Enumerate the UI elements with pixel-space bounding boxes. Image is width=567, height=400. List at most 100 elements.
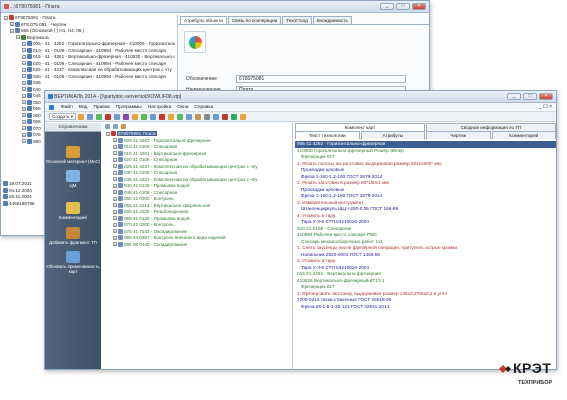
copy-icon[interactable]	[96, 113, 103, 120]
tree-expand-icon[interactable]	[105, 124, 110, 129]
sub-tab[interactable]: Комментарий	[491, 131, 556, 139]
export-icon[interactable]	[231, 113, 238, 120]
expand-toggle-icon[interactable]: +	[113, 209, 117, 214]
window-controls-icon[interactable]: _ ☐ ×	[539, 103, 552, 112]
calc-icon[interactable]	[195, 113, 202, 120]
expand-toggle-icon[interactable]: +	[22, 87, 26, 92]
minimize-button[interactable]: _	[380, 3, 394, 10]
expand-toggle-icon[interactable]: +	[22, 54, 26, 59]
maximize-button[interactable]: □	[523, 93, 537, 100]
expand-toggle-icon[interactable]: +	[113, 203, 117, 208]
expand-toggle-icon[interactable]: +	[113, 229, 117, 234]
table-icon[interactable]	[213, 113, 220, 120]
expand-toggle-icon[interactable]: +	[16, 35, 20, 40]
top-tab[interactable]: Комплект карт	[295, 123, 425, 131]
link-icon[interactable]	[186, 113, 193, 120]
close-button[interactable]: ×	[412, 3, 426, 10]
sidebar-item[interactable]: Комментарий	[45, 202, 101, 220]
settings-icon[interactable]	[204, 113, 211, 120]
refresh-icon[interactable]	[150, 113, 157, 120]
tech-line[interactable]: Фреза 25-1-5-1-25-121 ГОСТ 32831-2014	[295, 304, 556, 311]
sub-tab[interactable]: Чертеж	[426, 131, 491, 139]
expand-toggle-icon[interactable]: +	[22, 119, 26, 124]
attr-tab[interactable]: Вхождаемость	[312, 16, 352, 24]
sidebar-item[interactable]: Основной материал (МиС)	[45, 146, 101, 164]
menu-item[interactable]: Файл	[61, 103, 73, 111]
minimize-button[interactable]: _	[507, 93, 521, 100]
expand-toggle-icon[interactable]: +	[113, 157, 117, 162]
close-button[interactable]: ×	[539, 93, 553, 100]
expand-toggle-icon[interactable]: +	[113, 196, 117, 201]
expand-toggle-icon[interactable]: +	[22, 100, 26, 105]
expand-toggle-icon[interactable]: +	[10, 28, 14, 33]
designation-field[interactable]: 6T8075081	[236, 75, 406, 83]
expand-toggle-icon[interactable]: +	[22, 106, 26, 111]
expand-toggle-icon[interactable]: +	[22, 74, 26, 79]
stop-icon[interactable]	[222, 113, 229, 120]
search-icon[interactable]	[132, 113, 139, 120]
technology-text[interactable]: 005 41 4262 - Горизонтально-фрезерная 410…	[295, 139, 556, 311]
menu-item[interactable]: Справка	[194, 103, 213, 111]
expand-toggle-icon[interactable]: +	[22, 61, 26, 66]
back-tree-label: 080	[33, 138, 41, 144]
expand-toggle-icon[interactable]: +	[22, 67, 26, 72]
expand-toggle-icon[interactable]: +	[113, 183, 117, 188]
tree-filter-icon[interactable]	[121, 124, 126, 129]
expand-toggle-icon[interactable]: +	[22, 93, 26, 98]
expand-toggle-icon[interactable]: +	[113, 177, 117, 182]
print-icon[interactable]	[141, 113, 148, 120]
expand-toggle-icon[interactable]: +	[113, 151, 117, 156]
expand-toggle-icon[interactable]: +	[113, 242, 117, 247]
tree-collapse-icon[interactable]	[113, 124, 118, 129]
check-icon[interactable]	[177, 113, 184, 120]
sidebar-item[interactable]: Добавить фрагмент ТП	[45, 226, 101, 245]
attr-tab[interactable]: Связь по кооперации	[227, 16, 282, 24]
date-item[interactable]: 4469195788	[3, 201, 43, 208]
expand-toggle-icon[interactable]: +	[22, 80, 26, 85]
create-button[interactable]: Создать ▾	[49, 113, 77, 120]
operations-tree[interactable]: +005 41 4262 - Горизонтально-фрезерная +0…	[103, 138, 292, 249]
expand-toggle-icon[interactable]: +	[22, 139, 26, 144]
expand-toggle-icon[interactable]: +	[113, 164, 117, 169]
delete-icon[interactable]	[105, 113, 112, 120]
cut-icon[interactable]	[114, 113, 121, 120]
back-window-titlebar[interactable]: ...\6T8075081 - Плата _ □ ×	[1, 1, 429, 13]
expand-toggle-icon[interactable]: +	[22, 132, 26, 137]
undo-icon[interactable]	[159, 113, 166, 120]
sub-tab[interactable]: Атрибуты	[360, 131, 425, 139]
main-window-titlebar[interactable]: ВЕРТИКАЛЬ 2014 - [\\partydoc-server\tot3…	[45, 91, 556, 103]
menu-item[interactable]: Программы	[116, 103, 142, 111]
sidebar-item[interactable]: ЦМ	[45, 170, 101, 188]
menu-item[interactable]: Вид	[79, 103, 88, 111]
operation-item[interactable]: +085 06 0440 - Складирование	[113, 242, 292, 249]
expand-toggle-icon[interactable]: +	[10, 22, 14, 27]
expand-toggle-icon[interactable]: +	[4, 15, 8, 20]
expand-toggle-icon[interactable]: +	[113, 235, 117, 240]
menu-item[interactable]: Окна	[177, 103, 188, 111]
expand-toggle-icon[interactable]: +	[113, 190, 117, 195]
attr-tab[interactable]: Атрибуты объекта	[180, 16, 227, 24]
expand-toggle-icon[interactable]: +	[22, 41, 26, 46]
maximize-button[interactable]: □	[396, 3, 410, 10]
help-icon[interactable]	[240, 113, 247, 120]
menu-item[interactable]: Настройка	[148, 103, 172, 111]
expand-toggle-icon[interactable]: +	[113, 144, 117, 149]
expand-toggle-icon[interactable]: +	[113, 222, 117, 227]
redo-icon[interactable]	[168, 113, 175, 120]
node-icon	[3, 181, 8, 187]
sub-tab[interactable]: Текст технологии	[295, 131, 360, 139]
node-icon	[27, 119, 32, 125]
expand-toggle-icon[interactable]: +	[22, 113, 26, 118]
expand-toggle-icon[interactable]: +	[113, 138, 117, 143]
save-icon[interactable]	[78, 113, 85, 120]
open-icon[interactable]	[87, 113, 94, 120]
expand-toggle-icon[interactable]: +	[22, 126, 26, 131]
paste-icon[interactable]	[123, 113, 130, 120]
expand-toggle-icon[interactable]: +	[22, 48, 26, 53]
attr-tab[interactable]: Техоттоод	[282, 16, 312, 24]
expand-toggle-icon[interactable]: +	[113, 170, 117, 175]
top-tab[interactable]: Сводная информация по ТП	[426, 123, 556, 131]
sidebar-item[interactable]: Обновить применяемость карт	[45, 250, 101, 274]
expand-toggle-icon[interactable]: +	[113, 216, 117, 221]
menu-item[interactable]: Правка	[93, 103, 109, 111]
